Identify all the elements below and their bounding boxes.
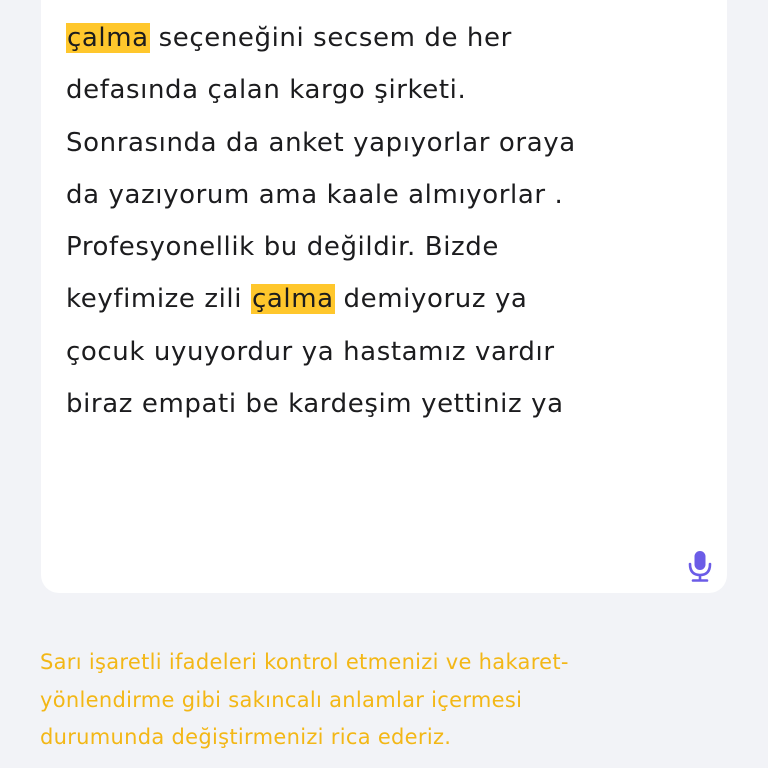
microphone-icon[interactable]	[687, 550, 713, 582]
text-segment: seçeneğini secsem de her	[149, 23, 512, 53]
warning-line-2: yönlendirme gibi sakıncalı anlamlar içer…	[40, 687, 523, 712]
text-line-2: defasında çalan kargo şirketi.	[66, 75, 467, 106]
warning-message: Sarı işaretli ifadeleri kontrol etmenizi…	[40, 644, 740, 757]
text-line-3: Sonrasında da anket yapıyorlar oraya	[66, 127, 576, 158]
text-line-1: çalma seçeneğini secsem de her	[66, 12, 706, 64]
text-line-6: keyfimize zili çalma demiyoruz ya	[66, 273, 706, 325]
text-segment: demiyoruz ya	[334, 284, 528, 315]
highlighted-word: çalma	[66, 23, 150, 53]
complaint-textarea[interactable]: çalma seçeneğini secsem de her defasında…	[66, 12, 706, 430]
text-line-8: biraz empati be kardeşim yettiniz ya	[66, 389, 564, 420]
warning-line-3: durumunda değiştirmenizi rica ederiz.	[40, 725, 452, 749]
highlighted-word: çalma	[250, 284, 335, 315]
text-segment: keyfimize zili	[66, 284, 251, 315]
text-line-5: Profesyonellik bu değildir. Bizde	[66, 232, 499, 263]
text-line-4: da yazıyorum ama kaale almıyorlar .	[66, 179, 564, 210]
text-line-7: çocuk uyuyordur ya hastamız vardır	[66, 336, 555, 367]
warning-line-1: Sarı işaretli ifadeleri kontrol etmenizi…	[40, 650, 569, 674]
